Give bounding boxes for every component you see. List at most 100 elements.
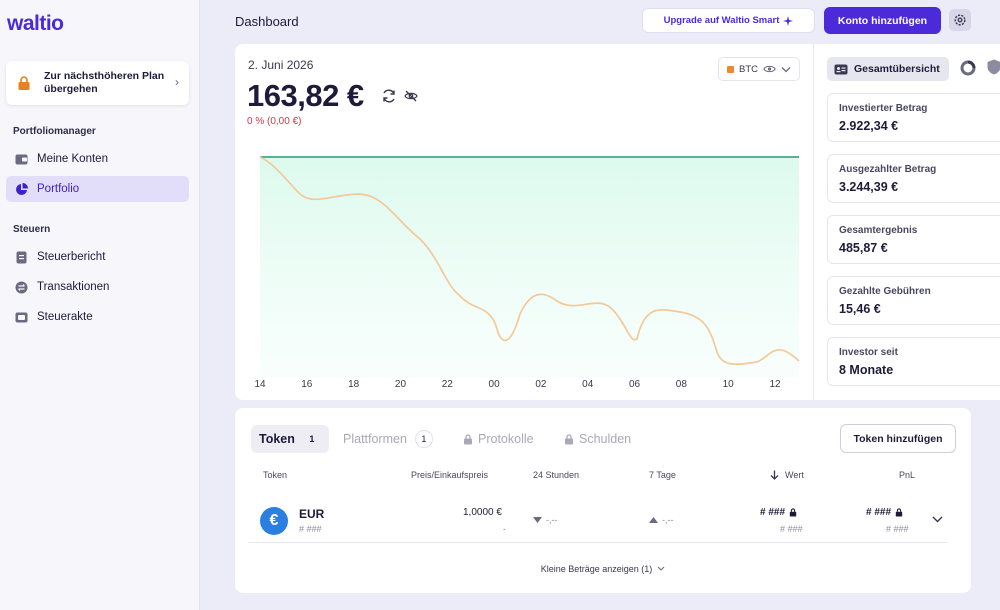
stat-label: Investor seit xyxy=(839,347,898,358)
chevron-right-icon: › xyxy=(175,75,179,89)
stats-panel: Gesamtübersicht Investierter Betrag 2.92… xyxy=(813,44,1000,400)
sidebar-item-portfolio[interactable]: Portfolio xyxy=(6,176,189,202)
column-header-7d[interactable]: 7 Tage xyxy=(649,470,676,480)
overview-button[interactable]: Gesamtübersicht xyxy=(827,57,949,81)
x-tick-label: 14 xyxy=(254,379,266,390)
column-header-value-label: Wert xyxy=(785,470,804,480)
stat-card-investor-since: Investor seit 8 Monate xyxy=(827,337,1000,386)
x-tick-label: 18 xyxy=(348,379,360,390)
portfolio-change: 0 % (0,00 €) xyxy=(247,116,302,127)
x-tick-label: 06 xyxy=(629,379,641,390)
token-7d-value: -,-- xyxy=(662,515,674,525)
eye-off-icon[interactable] xyxy=(404,89,418,103)
x-tick-label: 12 xyxy=(769,379,781,390)
column-header-24h[interactable]: 24 Stunden xyxy=(533,470,579,480)
upgrade-button[interactable]: Upgrade auf Waltio Smart xyxy=(642,8,815,33)
stat-label: Gesamtergebnis xyxy=(839,225,918,236)
expand-row-icon[interactable] xyxy=(932,516,943,523)
stat-card-fees: Gezahlte Gebühren 15,46 € xyxy=(827,276,1000,325)
triangle-up-icon xyxy=(649,517,658,523)
token-7d-change: -,-- xyxy=(649,515,674,525)
tab-count-badge: 1 xyxy=(414,430,433,448)
id-card-icon xyxy=(834,64,848,74)
sidebar-item-steuerbericht[interactable]: Steuerbericht xyxy=(6,244,189,270)
sparkle-icon xyxy=(783,15,794,26)
token-value-text: # ### xyxy=(760,507,786,518)
sidebar-item-label: Portfolio xyxy=(37,183,80,195)
tab-token[interactable]: Token 1 xyxy=(251,425,329,453)
token-pnl-text: # ### xyxy=(866,507,892,518)
add-token-button[interactable]: Token hinzufügen xyxy=(840,424,956,453)
section-portfoliomanager: Portfoliomanager xyxy=(13,126,96,137)
stat-card-paid-out: Ausgezahlter Betrag 3.244,39 € xyxy=(827,154,1000,203)
pie-chart-icon xyxy=(14,182,28,196)
token-pnl: # ### xyxy=(866,507,903,518)
column-header-price[interactable]: Preis/Einkaufspreis xyxy=(411,470,488,480)
token-24h-change: -,-- xyxy=(533,515,558,525)
chart-area-fill xyxy=(260,157,799,377)
currency-select-label: BTC xyxy=(739,63,758,75)
triangle-down-icon xyxy=(533,517,542,523)
token-amount: # ### xyxy=(299,524,322,534)
arrow-down-icon xyxy=(770,470,779,480)
column-header-token[interactable]: Token xyxy=(263,470,287,480)
column-header-value[interactable]: Wert xyxy=(770,470,804,480)
x-tick-label: 16 xyxy=(301,379,313,390)
token-purchase-price: - xyxy=(503,524,506,534)
upgrade-plan-card[interactable]: Zur nächsthöheren Plan übergehen › xyxy=(6,61,189,105)
chevron-down-icon xyxy=(657,566,665,571)
sidebar-item-label: Meine Konten xyxy=(37,153,108,165)
lock-icon xyxy=(789,508,797,517)
sidebar-item-steuerakte[interactable]: Steuerakte xyxy=(6,304,189,330)
stat-label: Investierter Betrag xyxy=(839,103,928,114)
tab-label: Token xyxy=(259,432,295,446)
tab-protokolle[interactable]: Protokolle xyxy=(455,425,542,453)
settings-button[interactable] xyxy=(949,9,971,31)
stat-label: Ausgezahlter Betrag xyxy=(839,164,937,175)
x-tick-label: 02 xyxy=(535,379,547,390)
sidebar-item-transaktionen[interactable]: Transaktionen xyxy=(6,274,189,300)
stat-label: Gezahlte Gebühren xyxy=(839,286,931,297)
sidebar-item-meine-konten[interactable]: Meine Konten xyxy=(6,146,189,172)
x-tick-label: 22 xyxy=(442,379,454,390)
x-tick-label: 08 xyxy=(676,379,688,390)
stat-value: 485,87 € xyxy=(839,241,888,255)
x-tick-label: 04 xyxy=(582,379,594,390)
donut-chart-icon[interactable] xyxy=(960,60,976,76)
column-header-pnl[interactable]: PnL xyxy=(899,470,915,480)
token-value: # ### xyxy=(760,507,797,518)
x-tick-label: 10 xyxy=(723,379,735,390)
document-icon xyxy=(14,250,28,264)
lock-icon xyxy=(464,433,472,444)
x-tick-label: 00 xyxy=(489,379,501,390)
stat-value: 15,46 € xyxy=(839,302,881,316)
tab-label: Plattformen xyxy=(343,432,407,446)
refresh-icon[interactable] xyxy=(381,88,397,104)
stat-card-total-result: Gesamtergebnis 485,87 € xyxy=(827,215,1000,264)
sidebar-item-label: Transaktionen xyxy=(37,281,110,293)
tab-label: Protokolle xyxy=(478,432,534,446)
token-pnl-sub: # ### xyxy=(886,524,909,534)
stat-value: 8 Monate xyxy=(839,363,894,377)
gear-icon xyxy=(954,14,966,26)
chevron-down-icon xyxy=(781,66,791,72)
tab-label: Schulden xyxy=(579,432,632,446)
portfolio-chart-card: 2. Juni 2026 163,82 € 0 % (0,00 €) BTC 1… xyxy=(235,44,813,400)
shield-icon[interactable] xyxy=(987,59,1000,75)
portfolio-chart[interactable]: 14 16 18 20 22 00 02 04 06 08 10 12 xyxy=(235,144,813,400)
row-divider xyxy=(248,542,948,543)
chart-date: 2. Juni 2026 xyxy=(248,58,314,72)
currency-select[interactable]: BTC xyxy=(718,57,800,81)
show-small-amounts-button[interactable]: Kleine Beträge anzeigen (1) xyxy=(536,560,670,577)
stat-value: 2.922,34 € xyxy=(839,119,899,133)
sidebar-item-label: Steuerakte xyxy=(37,311,93,323)
add-account-button[interactable]: Konto hinzufügen xyxy=(824,7,941,34)
waltio-logo[interactable]: waltio xyxy=(7,12,64,36)
token-price: 1,0000 € xyxy=(463,507,502,518)
tab-plattformen[interactable]: Plattformen 1 xyxy=(335,425,441,453)
tab-schulden[interactable]: Schulden xyxy=(556,425,639,453)
section-steuern: Steuern xyxy=(13,224,51,235)
wallet-icon xyxy=(14,152,28,166)
eye-icon xyxy=(763,65,776,73)
token-symbol: EUR xyxy=(299,507,325,521)
